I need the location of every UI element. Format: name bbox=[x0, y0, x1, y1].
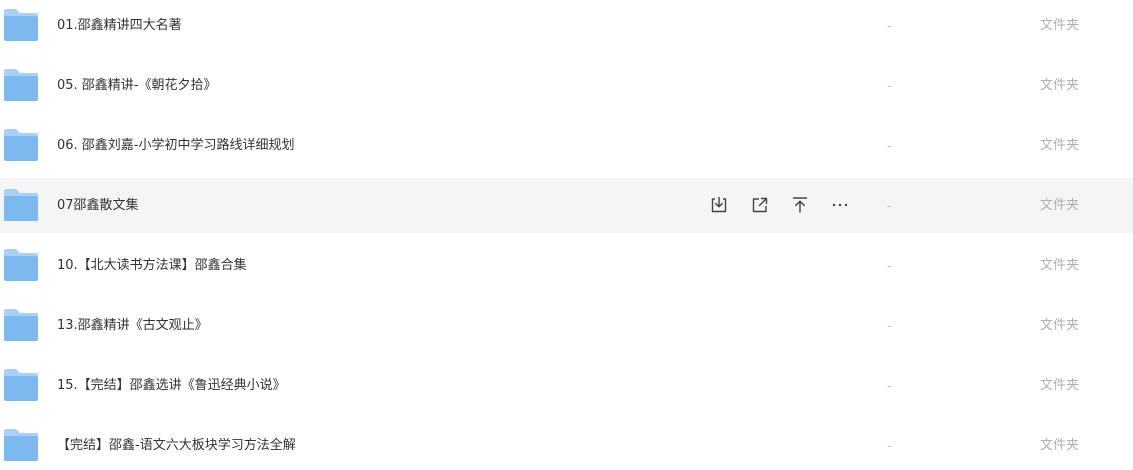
file-name[interactable]: 【完结】邵鑫-语文六大板块学习方法全解 bbox=[57, 418, 296, 470]
file-name[interactable]: 10.【北大读书方法课】邵鑫合集 bbox=[57, 238, 247, 293]
file-row[interactable]: 01.邵鑫精讲四大名著 - 文件夹 bbox=[0, 0, 1133, 53]
pin-to-top-icon[interactable] bbox=[790, 195, 810, 215]
folder-icon bbox=[3, 428, 39, 462]
file-row[interactable]: 【完结】邵鑫-语文六大板块学习方法全解 - 文件夹 bbox=[0, 418, 1133, 470]
download-icon[interactable] bbox=[709, 195, 729, 215]
file-row[interactable]: 10.【北大读书方法课】邵鑫合集 - 文件夹 bbox=[0, 238, 1133, 293]
file-name[interactable]: 01.邵鑫精讲四大名著 bbox=[57, 0, 182, 53]
file-size: - bbox=[887, 319, 892, 333]
file-type: 文件夹 bbox=[1040, 438, 1080, 453]
share-icon[interactable] bbox=[750, 195, 770, 215]
folder-icon bbox=[3, 128, 39, 162]
file-row-hovered[interactable]: 07邵鑫散文集 - 文件夹 bbox=[0, 178, 1133, 233]
file-row[interactable]: 15.【完结】邵鑫选讲《鲁迅经典小说》 - 文件夹 bbox=[0, 358, 1133, 413]
file-row[interactable]: 13.邵鑫精讲《古文观止》 - 文件夹 bbox=[0, 298, 1133, 353]
folder-icon bbox=[3, 248, 39, 282]
file-type: 文件夹 bbox=[1040, 18, 1080, 33]
folder-icon bbox=[3, 188, 39, 222]
file-size: - bbox=[887, 439, 892, 453]
more-icon[interactable] bbox=[830, 195, 850, 215]
file-size: - bbox=[887, 19, 892, 33]
file-size: - bbox=[887, 259, 892, 273]
file-type: 文件夹 bbox=[1040, 78, 1080, 93]
file-type: 文件夹 bbox=[1040, 258, 1080, 273]
file-name[interactable]: 07邵鑫散文集 bbox=[57, 178, 139, 233]
file-type: 文件夹 bbox=[1040, 378, 1080, 393]
file-type: 文件夹 bbox=[1040, 318, 1080, 333]
file-size: - bbox=[887, 379, 892, 393]
file-row[interactable]: 06. 邵鑫刘嘉-小学初中学习路线详细规划 - 文件夹 bbox=[0, 118, 1133, 173]
file-row[interactable]: 05. 邵鑫精讲-《朝花夕拾》 - 文件夹 bbox=[0, 58, 1133, 113]
file-name[interactable]: 06. 邵鑫刘嘉-小学初中学习路线详细规划 bbox=[57, 118, 295, 173]
file-list: 01.邵鑫精讲四大名著 - 文件夹 05. 邵鑫精讲-《朝花夕拾》 - 文件夹 … bbox=[0, 0, 1133, 470]
file-size: - bbox=[887, 139, 892, 153]
file-type: 文件夹 bbox=[1040, 198, 1080, 213]
folder-icon bbox=[3, 8, 39, 42]
file-type: 文件夹 bbox=[1040, 138, 1080, 153]
folder-icon bbox=[3, 368, 39, 402]
file-name[interactable]: 05. 邵鑫精讲-《朝花夕拾》 bbox=[57, 58, 217, 113]
file-size: - bbox=[887, 79, 892, 93]
file-name[interactable]: 13.邵鑫精讲《古文观止》 bbox=[57, 298, 208, 353]
folder-icon bbox=[3, 308, 39, 342]
file-size: - bbox=[887, 199, 892, 213]
folder-icon bbox=[3, 68, 39, 102]
file-name[interactable]: 15.【完结】邵鑫选讲《鲁迅经典小说》 bbox=[57, 358, 286, 413]
